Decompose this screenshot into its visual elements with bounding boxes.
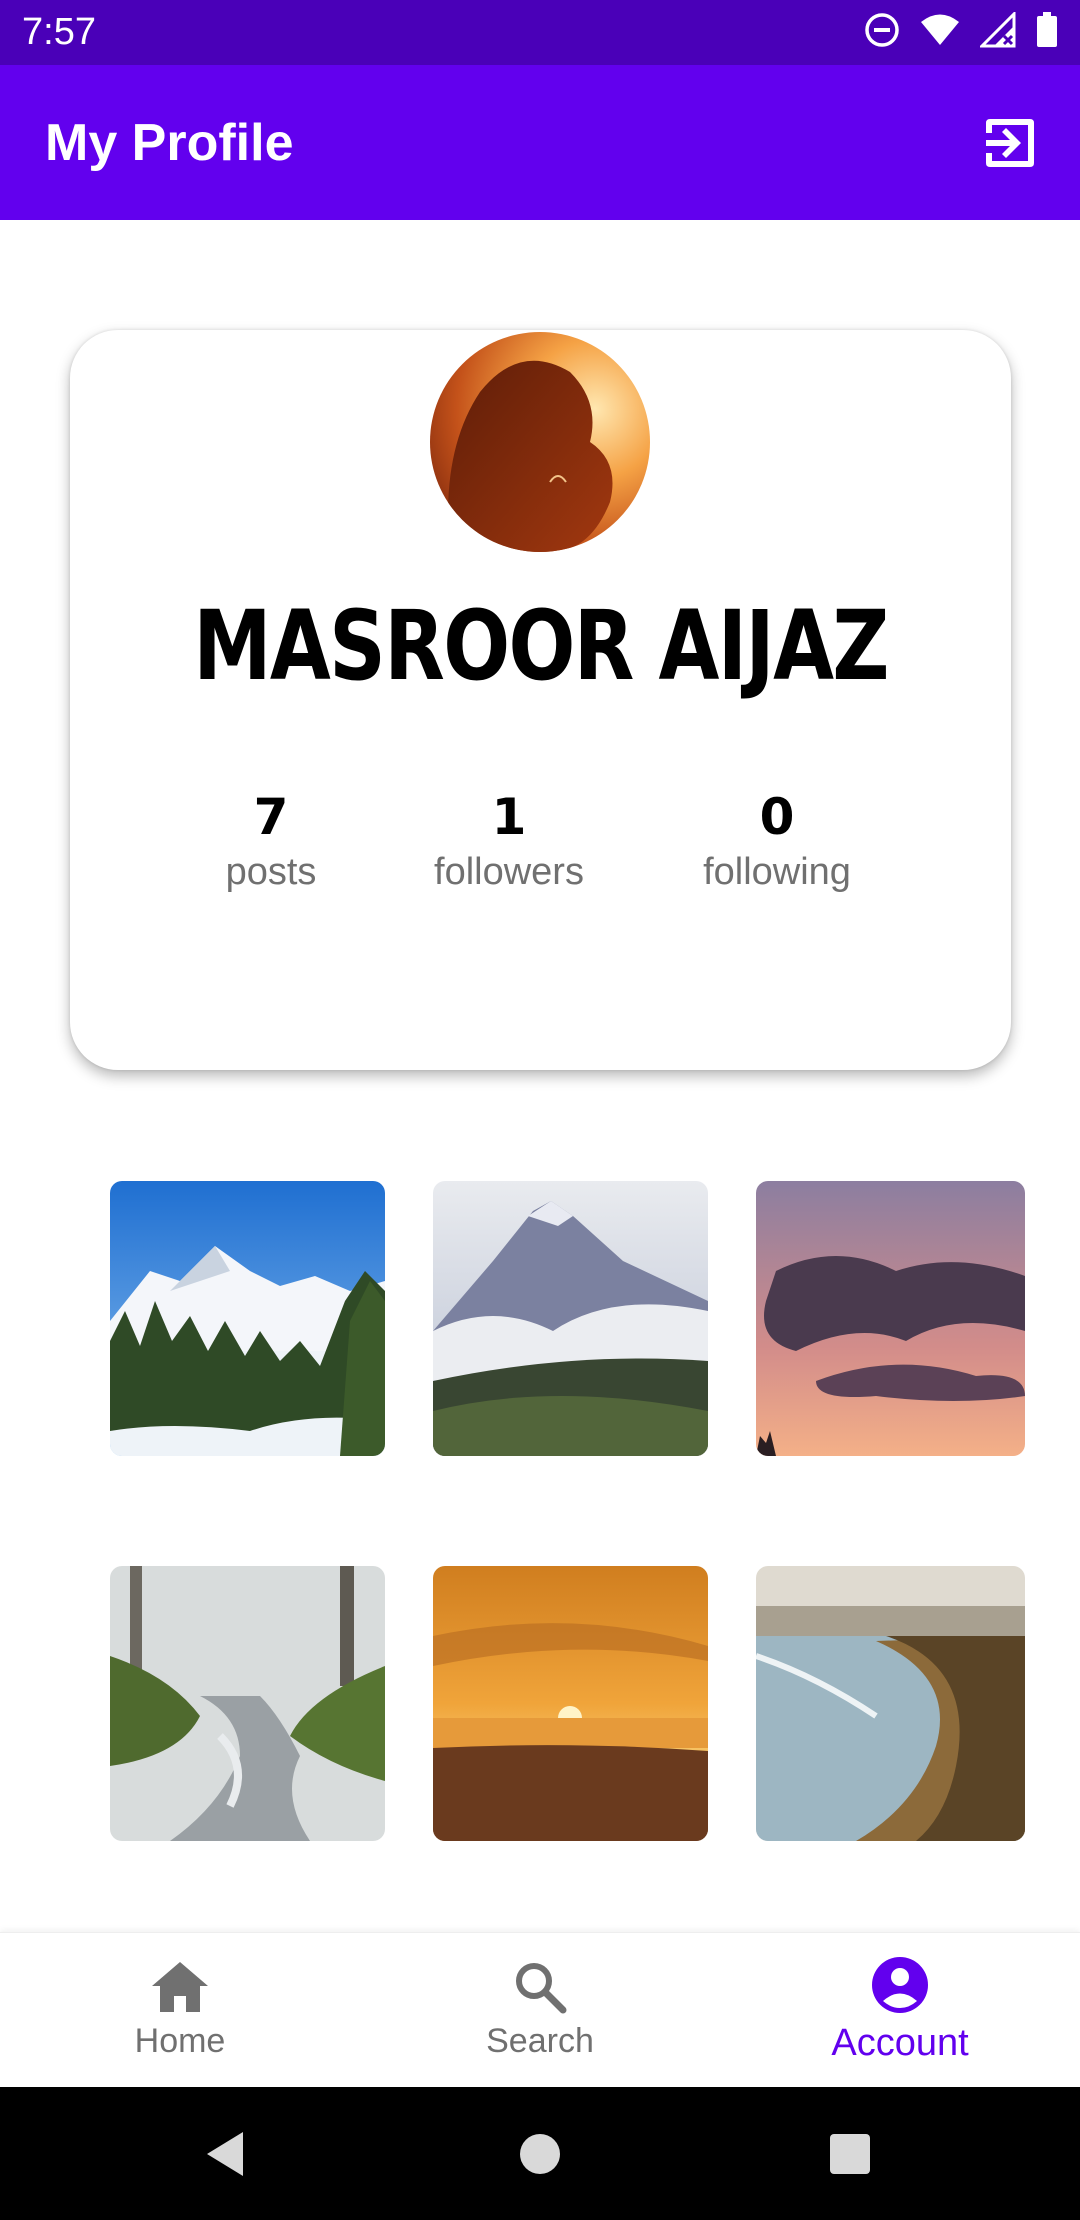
post-thumbnail[interactable] xyxy=(433,1566,708,1841)
posts-label: posts xyxy=(225,851,317,893)
nav-label-home: Home xyxy=(134,2022,226,2060)
system-navigation-bar xyxy=(0,2087,1080,2220)
battery-icon xyxy=(1036,12,1058,53)
following-label: following xyxy=(703,851,851,893)
recents-button[interactable] xyxy=(790,2087,910,2220)
post-thumbnail[interactable] xyxy=(110,1566,385,1841)
post-thumbnail[interactable] xyxy=(110,1181,385,1456)
post-thumbnail[interactable] xyxy=(756,1181,1025,1456)
profile-name: MASROOR AIJAZ xyxy=(193,590,889,702)
stat-posts[interactable]: 7 posts xyxy=(171,790,371,894)
signal-icon xyxy=(978,10,1016,53)
back-icon xyxy=(207,2131,243,2176)
wifi-icon xyxy=(920,13,960,52)
post-thumbnail[interactable] xyxy=(433,1181,708,1456)
following-count: 0 xyxy=(759,788,795,846)
app-bar: My Profile xyxy=(0,65,1080,220)
followers-count: 1 xyxy=(491,788,527,846)
followers-label: followers xyxy=(434,851,584,893)
home-circle-icon xyxy=(520,2133,560,2174)
nav-label-search: Search xyxy=(486,2022,594,2060)
recents-icon xyxy=(830,2133,870,2174)
do-not-disturb-icon xyxy=(864,12,900,53)
account-icon xyxy=(872,1957,928,2013)
nav-item-search[interactable]: Search xyxy=(360,1933,720,2088)
home-system-button[interactable] xyxy=(480,2087,600,2220)
posts-count: 7 xyxy=(253,788,289,846)
post-thumbnail[interactable] xyxy=(756,1566,1025,1841)
back-button[interactable] xyxy=(165,2087,285,2220)
avatar[interactable] xyxy=(430,332,650,552)
profile-card: MASROOR AIJAZ 7 posts 1 followers 0 foll… xyxy=(70,330,1011,1070)
logout-button[interactable] xyxy=(980,113,1040,173)
stat-following[interactable]: 0 following xyxy=(677,790,877,894)
status-time: 7:57 xyxy=(22,11,96,53)
status-icons xyxy=(864,10,1058,53)
bottom-navigation: Home Search Account xyxy=(0,1932,1080,2087)
logout-icon xyxy=(986,118,1034,167)
search-icon xyxy=(516,1963,567,2014)
stat-followers[interactable]: 1 followers xyxy=(409,790,609,894)
home-icon xyxy=(152,1962,208,2012)
status-bar: 7:57 xyxy=(0,0,1080,65)
nav-label-account: Account xyxy=(831,2022,969,2064)
nav-item-home[interactable]: Home xyxy=(0,1933,360,2088)
page-title: My Profile xyxy=(45,113,294,172)
nav-item-account[interactable]: Account xyxy=(720,1933,1080,2088)
